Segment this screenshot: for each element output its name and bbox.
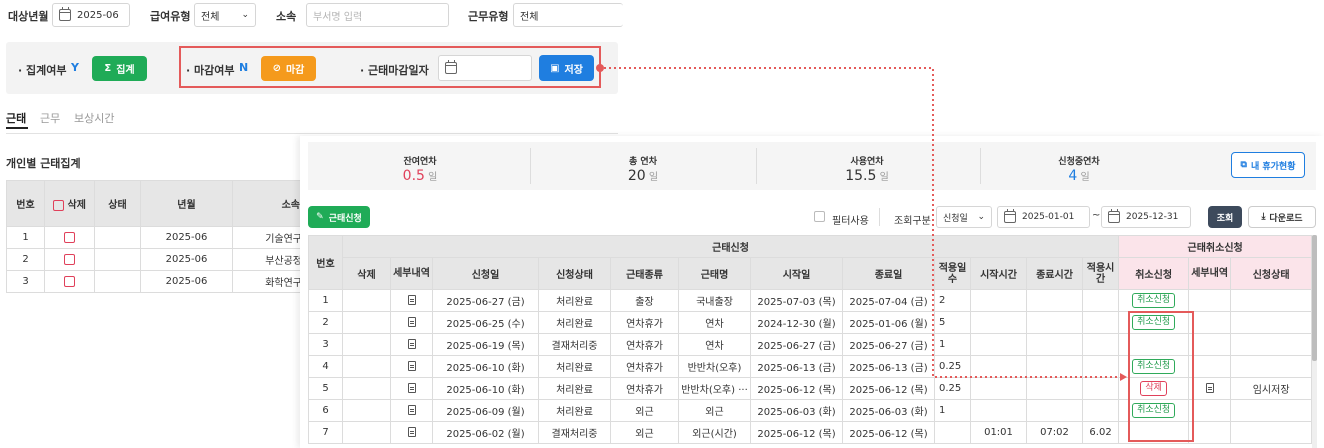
- connector-arrow: [596, 64, 1127, 381]
